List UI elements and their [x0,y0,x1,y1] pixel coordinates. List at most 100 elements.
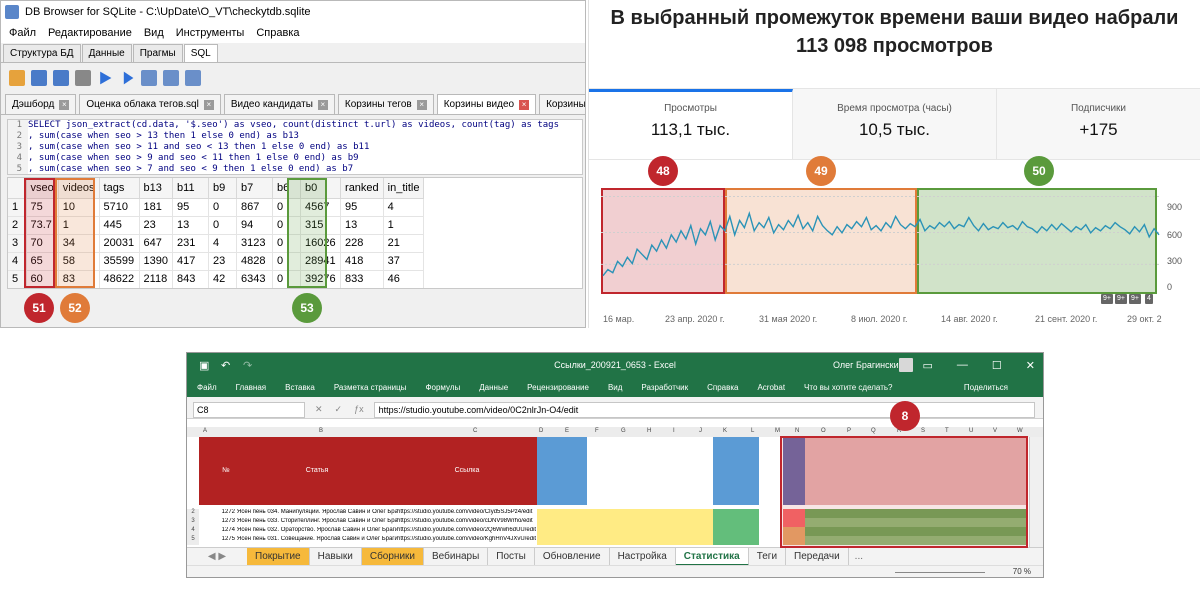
ribbon-tab[interactable]: Справка [707,383,738,392]
metric-views[interactable]: Просмотры 113,1 тыс. [589,89,793,159]
table-cell[interactable]: 65 [26,252,59,271]
ribbon-tab[interactable]: Вставка [285,383,315,392]
table-cell[interactable]: 0 [208,198,238,217]
header-number[interactable]: № [201,467,251,477]
header-article[interactable]: Статья [247,467,387,477]
table-cell[interactable]: 833 [340,270,384,288]
table-cell[interactable]: 228 [340,234,384,253]
table-cell[interactable]: 0 [272,270,302,288]
cell-number[interactable]: 1274 [199,527,237,536]
cell-link[interactable]: https://studio.youtube.com/video/CIyd5SJ… [397,509,537,518]
cell-number[interactable]: 1273 [199,518,237,527]
column-letter[interactable]: E [565,428,569,434]
table-cell[interactable]: 867 [236,198,274,217]
tab-db-structure[interactable]: Структура БД [3,44,81,62]
avatar[interactable] [899,358,913,372]
table-cell[interactable]: 0 [272,234,302,253]
table-cell[interactable]: 95 [340,198,384,217]
column-letter[interactable]: B [319,428,323,434]
column-header-b9[interactable]: b9 [208,178,238,199]
zoom-slider[interactable] [895,572,985,573]
cell-value[interactable] [713,518,759,527]
table-cell[interactable]: 647 [139,234,174,253]
table-cell[interactable]: 95 [172,198,210,217]
table-cell[interactable]: 48622 [99,270,140,288]
table-cell[interactable]: 16026 [300,234,342,253]
close-icon[interactable]: × [203,99,214,110]
sheet-tab[interactable]: Посты [488,547,535,566]
cell-link[interactable]: https://studio.youtube.com/video/2Q6Wwh6… [397,527,537,536]
table-cell[interactable]: 73.7 [26,216,59,235]
table-cell[interactable]: 1 [58,216,100,235]
cell-value[interactable] [587,527,713,536]
ribbon-tab[interactable]: Разметка страницы [334,383,407,392]
sheet-tab[interactable]: Передачи [786,547,849,566]
row-number[interactable]: 4 [187,527,199,536]
cell-value[interactable] [759,509,783,518]
ribbon-display-icon[interactable]: ▭ [923,359,933,372]
column-letter[interactable]: N [795,428,799,434]
table-cell[interactable]: 75 [26,198,59,217]
editor-tab[interactable]: Корзины тегов × [337,94,434,114]
header-region[interactable] [805,437,1027,505]
table-cell[interactable]: 83 [58,270,100,288]
cell-value[interactable] [713,536,759,545]
print-icon[interactable] [75,70,91,86]
table-cell[interactable]: 35599 [99,252,140,271]
column-letter[interactable]: C [473,428,477,434]
table-cell[interactable]: 5710 [99,198,140,217]
column-letter[interactable]: A [203,428,207,434]
sheet-tab[interactable]: Настройка [610,547,676,566]
table-cell[interactable]: 3123 [236,234,274,253]
menu-tools[interactable]: Инструменты [170,27,251,39]
column-header-b11[interactable]: b11 [172,178,210,199]
column-header-ranked[interactable]: ranked [340,178,384,199]
cell-value[interactable] [805,536,1027,545]
column-letter[interactable]: M [775,428,780,434]
column-header-b0[interactable]: b0 [300,178,342,199]
menu-view[interactable]: Вид [138,27,170,39]
table-cell[interactable]: 4567 [300,198,342,217]
row-number[interactable]: 4 [8,252,27,271]
ribbon-tab[interactable]: Файл [197,383,217,392]
open-tab-icon[interactable] [9,70,25,86]
sheet-tab[interactable]: Статистика [675,547,749,566]
table-cell[interactable]: 0 [208,216,238,235]
cell-value[interactable] [783,518,805,527]
close-icon[interactable]: × [317,99,328,110]
editor-tab[interactable]: Оценка облака тегов.sql × [79,94,221,114]
column-header-b6[interactable]: b6 [272,178,302,199]
cell-article[interactable]: Ясен пень 031. Совещание. Ярослав Савин … [237,536,397,545]
row-number[interactable]: 2 [187,509,199,518]
column-letter[interactable]: H [647,428,651,434]
header-vertical-cell[interactable] [665,437,675,505]
replace-icon[interactable] [185,70,201,86]
table-cell[interactable]: 445 [99,216,140,235]
table-cell[interactable]: 20031 [99,234,140,253]
cell-value[interactable] [805,527,1027,536]
table-cell[interactable]: 37 [383,252,425,271]
table-cell[interactable]: 0 [272,216,302,235]
maximize-icon[interactable]: ☐ [992,359,1002,372]
cell-number[interactable]: 1275 [199,536,237,545]
cell-value[interactable] [759,518,783,527]
cell-value[interactable] [537,518,587,527]
cell-value[interactable] [537,527,587,536]
table-cell[interactable]: 1 [383,216,425,235]
sheet-tab[interactable]: Вебинары [424,547,489,566]
execute-all-icon[interactable] [100,71,112,85]
sheet-tab[interactable]: Теги [749,547,787,566]
header-vertical-cell[interactable] [587,437,597,505]
column-letter[interactable]: T [945,428,949,434]
ribbon-tab[interactable]: Разработчик [641,383,688,392]
annotation-marker[interactable]: 9+ [1101,294,1113,304]
column-header-in_title[interactable]: in_title [383,178,425,199]
row-number[interactable]: 5 [8,270,27,288]
table-cell[interactable]: 13 [172,216,210,235]
table-cell[interactable]: 1390 [139,252,174,271]
cell-value[interactable] [805,518,1027,527]
column-letter[interactable]: W [1017,428,1023,434]
metric-subscribers[interactable]: Подписчики +175 [997,89,1200,159]
table-cell[interactable]: 28941 [300,252,342,271]
close-icon[interactable]: ✕ [1026,359,1035,372]
